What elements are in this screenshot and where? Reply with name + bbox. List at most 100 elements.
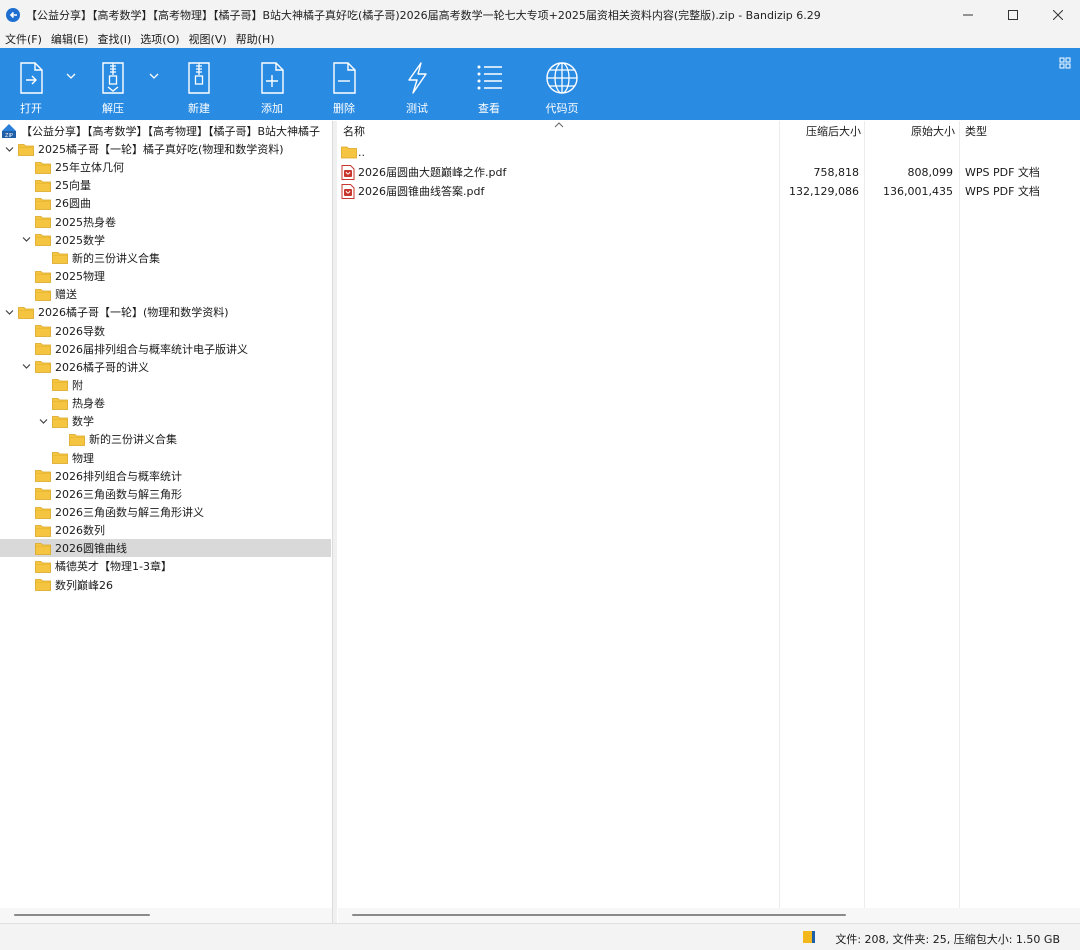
open-button[interactable]: 打开 [12,48,50,120]
extract-button[interactable]: 解压 [94,48,132,120]
file-type: WPS PDF 文档 [965,185,1040,198]
tree-item[interactable]: 25向量 [0,176,331,194]
tree-item[interactable]: 2026橘子哥的讲义 [0,358,331,376]
maximize-icon [1007,10,1018,20]
tree-item-label: 2025物理 [55,270,105,284]
add-button[interactable]: 添加 [253,48,291,120]
column-separator [864,121,865,908]
delete-button[interactable]: 删除 [325,48,363,120]
folder-icon [35,288,51,301]
folder-icon [18,306,34,319]
extract-dropdown-arrow[interactable] [147,70,161,82]
tree-item[interactable]: 2026数列 [0,521,331,539]
close-button[interactable] [1035,0,1080,30]
tree-horizontal-scrollbar[interactable] [0,908,332,923]
file-list[interactable]: 名称 压缩后大小 原始大小 类型 .. 2026届圆曲大题巅峰之作.pdf 758,… [337,121,1080,908]
tree-item-label: 数学 [72,415,94,429]
chevron-down-icon[interactable] [4,307,15,318]
extract-icon [102,62,124,94]
open-dropdown-arrow[interactable] [64,70,78,82]
maximize-button[interactable] [990,0,1035,30]
file-row[interactable]: .. [337,143,1080,162]
open-label: 打开 [20,102,42,115]
column-header-name[interactable]: 名称 [343,121,365,143]
column-separator [959,121,960,908]
tree-item[interactable]: 附 [0,376,331,394]
chevron-down-icon[interactable] [38,416,49,427]
tree-item[interactable]: 2025数学 [0,231,331,249]
scrollbar-thumb[interactable] [14,914,150,916]
folder-icon [35,361,51,374]
menu-help[interactable]: 帮助(H) [232,31,279,47]
tree-item[interactable]: 2026橘子哥【一轮】(物理和数学资料) [0,303,331,321]
column-header-packed-size[interactable]: 压缩后大小 [779,121,861,143]
folder-icon [35,524,51,537]
layout-toggle-icon[interactable] [1059,57,1071,69]
tree-root[interactable]: ZIP 【公益分享】【高考数学】【高考物理】【橘子哥】B站大神橘子 [0,122,331,140]
scrollbar-thumb[interactable] [352,914,846,916]
delete-label: 删除 [333,102,355,115]
tree-item[interactable]: 赠送 [0,285,331,303]
pdf-file-icon [341,184,355,199]
window-title: 【公益分享】【高考数学】【高考物理】【橘子哥】B站大神橘子真好吃(橘子哥)202… [26,9,821,22]
tree-item[interactable]: 橘德英才【物理1-3章】 [0,557,331,575]
svg-text:ZIP: ZIP [5,133,13,139]
column-header-original-size[interactable]: 原始大小 [867,121,955,143]
tree-item-label: 25年立体几何 [55,161,124,175]
tree-item[interactable]: 2025热身卷 [0,213,331,231]
archive-status-icon [803,931,815,943]
list-header: 名称 压缩后大小 原始大小 类型 [337,121,1080,143]
tree-item[interactable]: 2025橘子哥【一轮】橘子真好吃(物理和数学资料) [0,140,331,158]
tree-item[interactable]: 新的三份讲义合集 [0,430,331,448]
folder-tree[interactable]: ZIP 【公益分享】【高考数学】【高考物理】【橘子哥】B站大神橘子 2025橘子… [0,121,332,908]
tree-item[interactable]: 数学 [0,412,331,430]
tree-item[interactable]: 2026圆锥曲线 [0,539,331,558]
tree-item-label: 2025热身卷 [55,215,116,229]
tree-item[interactable]: 2026排列组合与概率统计 [0,467,331,485]
pdf-file-icon [341,164,355,180]
tree-item[interactable]: 2026三角函数与解三角形 [0,485,331,503]
tree-item[interactable]: 26圆曲 [0,194,331,212]
menu-view[interactable]: 视图(V) [185,31,231,47]
folder-icon [35,506,51,519]
file-row[interactable]: 2026届圆曲大题巅峰之作.pdf 758,818 808,099 WPS PDF 文… [337,163,1080,182]
tree-item[interactable]: 2026导数 [0,322,331,340]
menu-edit[interactable]: 编辑(E) [47,31,93,47]
view-button[interactable]: 查看 [470,48,508,120]
chevron-down-icon[interactable] [21,234,32,245]
delete-file-icon [333,62,356,94]
menu-file[interactable]: 文件(F) [1,31,46,47]
chevron-down-icon[interactable] [4,144,15,155]
folder-icon [35,343,51,356]
column-separator [779,121,780,908]
chevron-down-icon[interactable] [21,361,32,372]
original-size: 136,001,435 [883,185,953,198]
test-label: 测试 [406,102,428,115]
tree-item[interactable]: 物理 [0,449,331,467]
minimize-button[interactable] [945,0,990,30]
tree-item[interactable]: 新的三份讲义合集 [0,249,331,267]
test-button[interactable]: 测试 [398,48,436,120]
file-row[interactable]: 2026届圆锥曲线答案.pdf 132,129,086 136,001,435 WPS… [337,182,1080,201]
folder-icon [35,542,51,555]
list-horizontal-scrollbar[interactable] [338,908,1080,923]
column-header-type[interactable]: 类型 [965,121,987,143]
folder-icon [35,325,51,337]
tree-item[interactable]: 2026届排列组合与概率统计电子版讲义 [0,340,331,358]
new-button[interactable]: 新建 [180,48,218,120]
tree-item-label: 新的三份讲义合集 [89,433,177,447]
tree-item[interactable]: 2026三角函数与解三角形讲义 [0,503,331,521]
tree-item[interactable]: 2025物理 [0,267,331,285]
menu-find[interactable]: 查找(I) [93,31,135,47]
minimize-icon [962,14,973,16]
tree-item[interactable]: 数列巅峰26 [0,576,331,594]
codepage-button[interactable]: 代码页 [543,48,581,120]
folder-icon [69,433,85,446]
globe-icon [546,62,578,94]
folder-icon [35,270,51,283]
tree-item[interactable]: 热身卷 [0,394,331,412]
file-name: .. [358,146,365,159]
tree-item[interactable]: 25年立体几何 [0,158,331,176]
menu-options[interactable]: 选项(O) [136,31,183,47]
tree-item-label: 热身卷 [72,397,105,411]
